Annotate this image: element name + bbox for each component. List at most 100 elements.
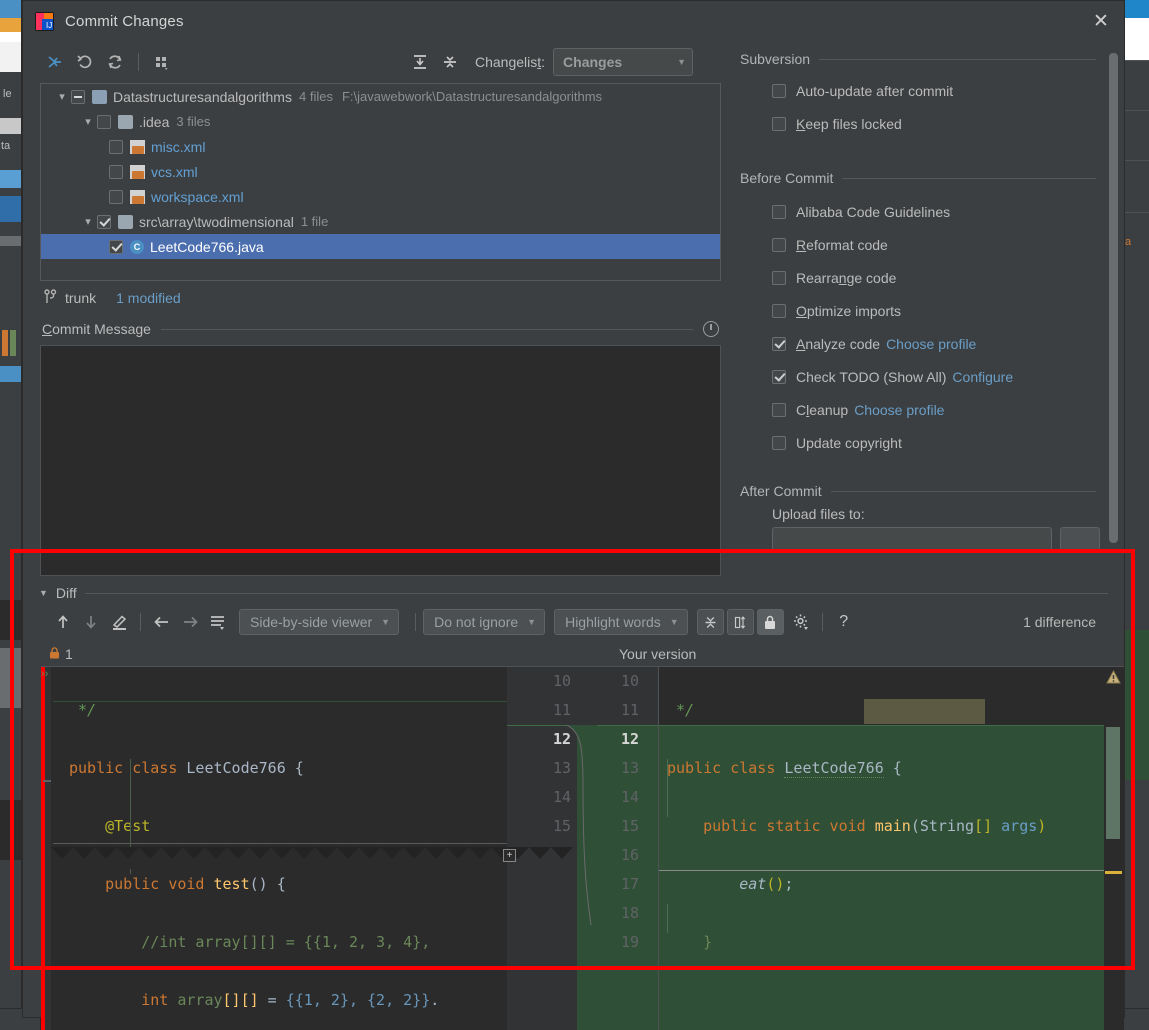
diff-markers-column[interactable] [1104, 667, 1124, 1030]
checkbox[interactable] [772, 303, 786, 318]
checkbox[interactable] [772, 435, 786, 450]
lock-status: 1 [27, 646, 73, 662]
expand-fold-icon[interactable]: + [503, 849, 516, 862]
tree-checkbox[interactable] [109, 189, 123, 204]
previous-difference-icon[interactable] [49, 609, 77, 635]
option-label: Auto-update after commit [796, 82, 954, 99]
section-header-after-commit: After Commit [740, 483, 1124, 499]
upload-path-input[interactable] [772, 527, 1052, 551]
option-cleanup[interactable]: Cleanup Choose profile [740, 393, 1124, 426]
clock-icon[interactable] [703, 321, 719, 337]
lock-icon [49, 646, 60, 662]
options-scrollbar[interactable] [1109, 53, 1118, 543]
collapse-to-selection-icon[interactable] [40, 48, 70, 76]
checkbox[interactable] [772, 402, 786, 417]
checkbox[interactable] [772, 270, 786, 285]
section-rule [84, 592, 1108, 594]
checkbox[interactable] [772, 204, 786, 219]
next-difference-icon[interactable] [77, 609, 105, 635]
section-title: After Commit [740, 483, 822, 499]
tree-row[interactable]: ▾ .idea 3 files [41, 109, 720, 134]
tree-checkbox[interactable] [97, 214, 111, 229]
option-update-copyright[interactable]: Update copyright [740, 426, 1124, 459]
tree-row[interactable]: workspace.xml [41, 184, 720, 209]
branch-name: trunk [65, 290, 97, 306]
modified-count[interactable]: 1 modified [116, 290, 181, 306]
accept-right-icon[interactable] [176, 609, 204, 635]
toolbar-separator [138, 53, 139, 71]
changelist-value: Changes [563, 54, 623, 70]
option-analyze-code[interactable]: Analyze code Choose profile [740, 327, 1124, 360]
tree-checkbox[interactable] [109, 139, 123, 154]
revert-icon[interactable] [70, 48, 100, 76]
cleanup-choose-profile-link[interactable]: Choose profile [854, 402, 944, 418]
checkbox[interactable] [772, 116, 786, 131]
tree-row[interactable]: misc.xml [41, 134, 720, 159]
changes-file-tree[interactable]: ▾ Datastructuresandalgorithms 4 files F:… [40, 83, 721, 281]
close-icon[interactable]: ✕ [1078, 1, 1124, 41]
chevron-down-icon[interactable]: ▾ [81, 115, 95, 128]
tree-row[interactable]: ▾ Datastructuresandalgorithms 4 files F:… [41, 84, 720, 109]
section-header-subversion: Subversion [740, 51, 1124, 67]
help-question-icon[interactable]: ? [830, 609, 858, 635]
commit-message-input[interactable] [40, 345, 721, 576]
todo-configure-link[interactable]: Configure [952, 369, 1013, 385]
toolbar-separator [821, 613, 823, 631]
option-reformat-code[interactable]: Reformat code [740, 228, 1124, 261]
accept-left-icon[interactable] [148, 609, 176, 635]
deleted-marker[interactable] [1105, 871, 1122, 874]
scrollbar-thumb[interactable] [1109, 53, 1118, 543]
group-by-icon[interactable] [147, 48, 177, 76]
settings-gear-icon[interactable] [787, 609, 815, 635]
tree-row[interactable]: C LeetCode766.java [41, 234, 720, 259]
tree-item-label: vcs.xml [151, 163, 198, 180]
tree-checkbox[interactable] [97, 114, 111, 129]
collapse-unchanged-icon[interactable] [696, 609, 724, 635]
refresh-icon[interactable] [100, 48, 130, 76]
ignore-mode-dropdown[interactable]: Do not ignore ▼ [423, 609, 546, 635]
collapse-all-icon[interactable] [435, 48, 465, 76]
checkbox[interactable] [772, 336, 786, 351]
option-alibaba-code-guidelines[interactable]: Alibaba Code Guidelines [740, 195, 1124, 228]
chevron-down-icon[interactable]: ▾ [55, 90, 69, 103]
synchronize-scroll-icon[interactable] [726, 609, 754, 635]
right-line-number: 15 [620, 817, 639, 835]
diff-left-pane[interactable]: ›› */ public class LeetCode766 { @Test p… [41, 667, 507, 1030]
tree-checkbox[interactable] [109, 239, 123, 254]
option-check-todo[interactable]: Check TODO (Show All) Configure [740, 360, 1124, 393]
section-title: Before Commit [740, 170, 834, 186]
left-line-number: 14 [552, 788, 571, 806]
tree-checkbox[interactable] [71, 89, 85, 104]
diff-right-pane[interactable]: */ public class LeetCode766 { public sta… [659, 667, 1124, 1030]
option-auto-update-after-commit[interactable]: Auto-update after commit [740, 74, 1124, 107]
changelist-dropdown[interactable]: Changes ▼ [553, 48, 694, 76]
difference-count: 1 difference [1023, 614, 1096, 630]
edit-source-icon[interactable] [105, 609, 133, 635]
checkbox[interactable] [772, 369, 786, 384]
analyze-choose-profile-link[interactable]: Choose profile [886, 336, 976, 352]
hamburger-menu-icon[interactable] [204, 609, 232, 635]
tree-row[interactable]: ▾ src\array\twodimensional 1 file [41, 209, 720, 234]
tree-row[interactable]: vcs.xml [41, 159, 720, 184]
checkbox[interactable] [772, 237, 786, 252]
diff-title: Diff [55, 585, 77, 601]
read-only-lock-icon[interactable] [756, 609, 784, 635]
warning-triangle-icon[interactable] [1106, 669, 1121, 687]
option-rearrange-code[interactable]: Rearrange code [740, 261, 1124, 294]
chevron-down-icon[interactable]: ▾ [81, 215, 95, 228]
toolbar-separator [140, 613, 141, 631]
highlight-mode-dropdown[interactable]: Highlight words ▼ [554, 609, 688, 635]
expand-all-icon[interactable] [405, 48, 435, 76]
viewer-mode-dropdown[interactable]: Side-by-side viewer ▼ [239, 609, 400, 635]
left-line-number: 13 [552, 759, 571, 777]
option-label: Update copyright [796, 434, 902, 451]
checkbox[interactable] [772, 83, 786, 98]
right-line-number: 13 [620, 759, 639, 777]
option-keep-files-locked[interactable]: Keep files locked [740, 107, 1124, 140]
option-optimize-imports[interactable]: Optimize imports [740, 294, 1124, 327]
your-version-label: Your version [619, 646, 697, 662]
changed-range-marker[interactable] [1106, 727, 1120, 839]
tree-checkbox[interactable] [109, 164, 123, 179]
upload-browse-button[interactable] [1060, 527, 1100, 551]
chevron-down-icon[interactable]: ▼ [39, 588, 48, 598]
